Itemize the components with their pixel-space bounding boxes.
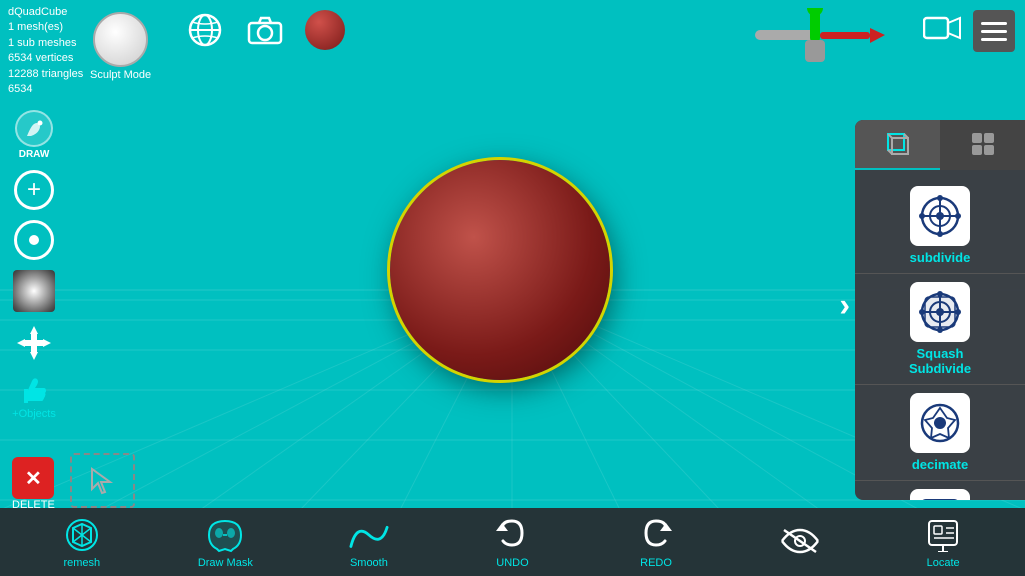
remesh-button[interactable]: remesh bbox=[47, 515, 117, 569]
undo-label: UNDO bbox=[496, 557, 528, 569]
hide-button[interactable] bbox=[765, 521, 835, 563]
draw-tool-button[interactable]: DRAW bbox=[9, 110, 59, 160]
subdivide-icon-box bbox=[910, 186, 970, 246]
sculpt-mode-icon bbox=[93, 12, 148, 67]
tab-grid[interactable] bbox=[940, 120, 1025, 170]
add-button[interactable]: + bbox=[14, 170, 54, 210]
top-center-toolbar bbox=[185, 10, 345, 50]
squash-subdivide-label: SquashSubdivide bbox=[909, 346, 971, 376]
circle-tool-button[interactable] bbox=[14, 220, 54, 260]
draw-mask-button[interactable]: Draw Mask bbox=[190, 515, 260, 569]
texture-tool-button[interactable] bbox=[13, 270, 55, 312]
tool-item-subdivide[interactable]: subdivide bbox=[855, 178, 1025, 274]
locate-label: Locate bbox=[927, 557, 960, 569]
locate-icon bbox=[923, 515, 963, 555]
camera-icon-button[interactable] bbox=[245, 10, 285, 50]
remesh-icon bbox=[62, 515, 102, 555]
panel-content: subdivide SquashSubdivide bbox=[855, 170, 1025, 500]
3d-sphere bbox=[390, 160, 610, 380]
undo-button[interactable]: UNDO bbox=[477, 515, 547, 569]
object-thumbnail[interactable] bbox=[305, 10, 345, 50]
subdivide-label: subdivide bbox=[910, 250, 971, 265]
hamburger-menu-button[interactable] bbox=[973, 10, 1015, 52]
thumbs-up-icon bbox=[17, 374, 51, 408]
draw-mask-label: Draw Mask bbox=[198, 557, 253, 569]
hamburger-line bbox=[981, 30, 1007, 33]
sculpt-mode-label: Sculpt Mode bbox=[90, 69, 151, 81]
smooth-icon-box bbox=[910, 489, 970, 500]
circle-dot-inner bbox=[29, 235, 39, 245]
smooth-bottom-icon bbox=[349, 515, 389, 555]
draw-mask-icon bbox=[205, 515, 245, 555]
hamburger-line bbox=[981, 22, 1007, 25]
tool-item-smooth[interactable]: smooth bbox=[855, 481, 1025, 500]
redo-icon bbox=[636, 515, 676, 555]
panel-tabs bbox=[855, 120, 1025, 170]
redo-button[interactable]: REDO bbox=[621, 515, 691, 569]
smooth-bottom-label: Smooth bbox=[350, 557, 388, 569]
axis-widget bbox=[755, 8, 885, 63]
decimate-icon-box bbox=[910, 393, 970, 453]
top-right-toolbar bbox=[923, 10, 1015, 52]
remesh-label: remesh bbox=[63, 557, 100, 569]
sculpt-mode-button[interactable]: Sculpt Mode bbox=[90, 12, 151, 81]
add-objects-label: +Objects bbox=[12, 408, 56, 420]
move-tool-button[interactable] bbox=[13, 322, 55, 364]
redo-label: REDO bbox=[640, 557, 672, 569]
globe-icon-button[interactable] bbox=[185, 10, 225, 50]
draw-icon bbox=[15, 110, 53, 147]
undo-icon bbox=[492, 515, 532, 555]
draw-label: DRAW bbox=[19, 149, 50, 160]
smooth-bottom-button[interactable]: Smooth bbox=[334, 515, 404, 569]
decimate-label: decimate bbox=[912, 457, 968, 472]
add-objects-button[interactable]: +Objects bbox=[12, 374, 56, 420]
video-camera-button[interactable] bbox=[923, 14, 961, 49]
tool-item-squash-subdivide[interactable]: SquashSubdivide bbox=[855, 274, 1025, 385]
delete-button[interactable]: ✕ DELETE bbox=[12, 457, 55, 511]
eye-closed-icon bbox=[780, 521, 820, 561]
bottom-toolbar: remesh Draw Mask Smooth bbox=[0, 508, 1025, 576]
delete-icon: ✕ bbox=[12, 457, 54, 499]
right-panel: subdivide SquashSubdivide bbox=[855, 120, 1025, 500]
tab-3d-cube[interactable] bbox=[855, 120, 940, 170]
hamburger-line bbox=[981, 38, 1007, 41]
expand-panel-button[interactable]: › bbox=[839, 287, 850, 324]
tool-item-decimate[interactable]: decimate bbox=[855, 385, 1025, 481]
locate-button[interactable]: Locate bbox=[908, 515, 978, 569]
selection-cursor-box bbox=[70, 453, 135, 508]
squash-subdivide-icon-box bbox=[910, 282, 970, 342]
